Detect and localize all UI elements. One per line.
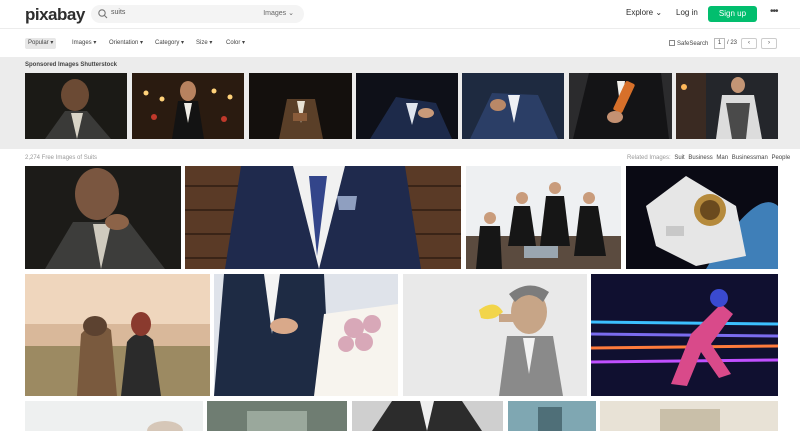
- search-type-label: Images: [263, 10, 287, 17]
- sponsored-image[interactable]: [676, 73, 778, 139]
- related-tag[interactable]: Businessman: [732, 155, 768, 161]
- explore-menu[interactable]: Explore ⌄: [626, 8, 662, 17]
- search-bar[interactable]: suits Images ⌄: [91, 5, 304, 23]
- more-dots-icon[interactable]: •••: [770, 6, 778, 17]
- related-tag[interactable]: People: [771, 155, 790, 161]
- search-type-dropdown[interactable]: Images ⌄: [263, 9, 294, 17]
- result-image[interactable]: [403, 274, 587, 396]
- pixabay-logo[interactable]: pixabay: [25, 5, 85, 25]
- search-icon: [98, 9, 108, 19]
- result-image[interactable]: [185, 166, 461, 269]
- result-count: 2,274 Free Images of Suits: [25, 155, 98, 161]
- search-input[interactable]: suits: [111, 9, 125, 16]
- explore-label: Explore: [626, 8, 654, 17]
- chevron-down-icon: ⌄: [288, 10, 294, 17]
- safesearch-label: SafeSearch: [677, 41, 709, 47]
- page-number-input[interactable]: 1: [714, 38, 725, 49]
- color-filter[interactable]: Color ▾: [226, 38, 245, 49]
- related-tag[interactable]: Business: [688, 155, 712, 161]
- page-total: / 23: [727, 40, 738, 46]
- result-image[interactable]: [25, 274, 210, 396]
- result-image[interactable]: [352, 401, 503, 431]
- pagination: 1/ 23: [714, 38, 737, 49]
- chevron-down-icon: ⌄: [655, 8, 663, 17]
- filter-bar: Popular ▾ Images ▾ Orientation ▾ Categor…: [0, 29, 800, 57]
- related-images: Related Images: Suit Business Man Busine…: [627, 155, 790, 161]
- result-image[interactable]: [626, 166, 778, 269]
- images-filter[interactable]: Images ▾: [72, 38, 96, 49]
- sponsored-image[interactable]: [356, 73, 458, 139]
- signup-button[interactable]: Sign up: [708, 6, 757, 22]
- next-page-button[interactable]: ›: [761, 38, 777, 49]
- popular-filter[interactable]: Popular ▾: [25, 38, 57, 49]
- login-link[interactable]: Log in: [676, 8, 698, 17]
- result-image[interactable]: [25, 166, 181, 269]
- result-image[interactable]: [591, 274, 778, 396]
- top-navigation-bar: pixabay suits Images ⌄ Explore ⌄ Log in …: [0, 0, 800, 29]
- result-image[interactable]: [508, 401, 596, 431]
- related-label: Related Images:: [627, 155, 671, 161]
- related-tag[interactable]: Suit: [674, 155, 684, 161]
- result-image[interactable]: [207, 401, 347, 431]
- size-filter[interactable]: Size ▾: [196, 38, 212, 49]
- related-tag[interactable]: Man: [716, 155, 728, 161]
- sponsored-image[interactable]: [569, 73, 672, 139]
- sponsored-strip: Sponsored Images Shutterstock: [0, 57, 800, 149]
- result-image[interactable]: [466, 166, 621, 269]
- prev-page-button[interactable]: ‹: [741, 38, 757, 49]
- category-filter[interactable]: Category ▾: [155, 38, 184, 49]
- sponsored-image[interactable]: [25, 73, 127, 139]
- result-image[interactable]: [214, 274, 398, 396]
- sponsored-image[interactable]: [132, 73, 244, 139]
- checkbox-icon: [669, 40, 675, 46]
- sponsored-image[interactable]: [462, 73, 564, 139]
- result-image[interactable]: [600, 401, 778, 431]
- orientation-filter[interactable]: Orientation ▾: [109, 38, 143, 49]
- sponsored-image[interactable]: [249, 73, 352, 139]
- result-image[interactable]: [25, 401, 203, 431]
- sponsored-title: Sponsored Images Shutterstock: [25, 62, 118, 68]
- safesearch-toggle[interactable]: SafeSearch: [669, 40, 708, 47]
